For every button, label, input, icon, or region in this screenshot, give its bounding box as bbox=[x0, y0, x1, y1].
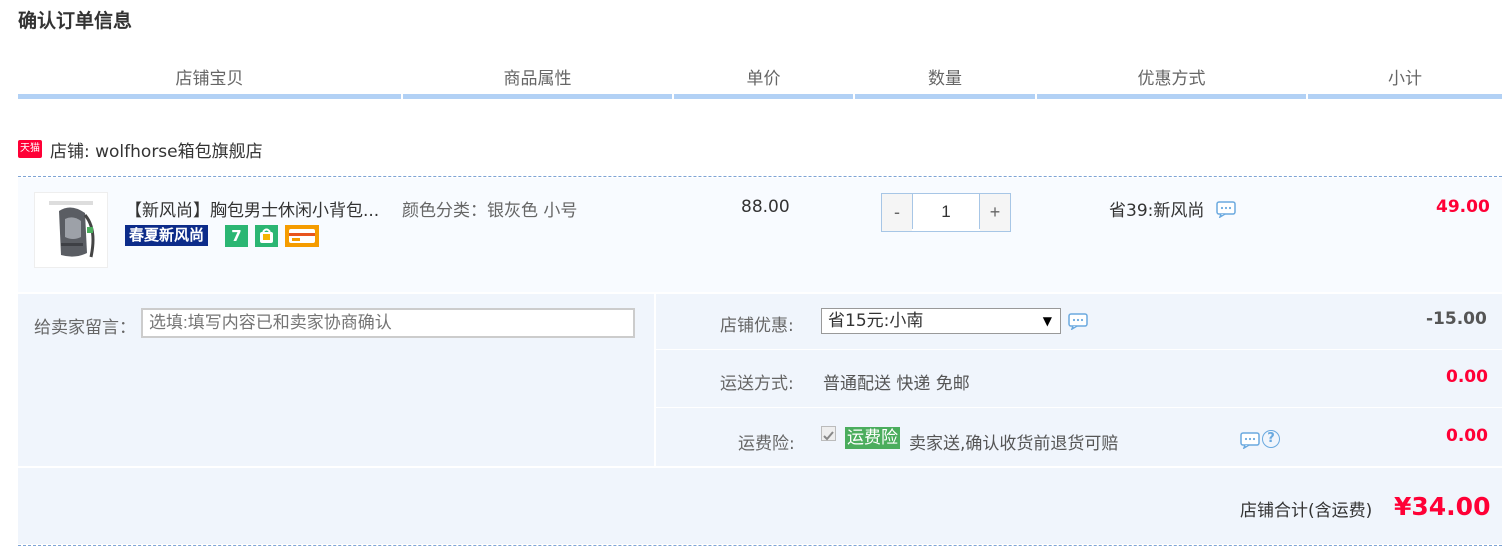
shop-discount-value: -15.00 bbox=[1426, 309, 1487, 329]
message-bubble-icon[interactable] bbox=[1240, 432, 1260, 449]
quantity-decrease-button[interactable]: - bbox=[882, 194, 912, 231]
shop-total-label: 店铺合计(含运费) bbox=[1240, 501, 1373, 521]
insurance-checkbox[interactable] bbox=[821, 426, 836, 441]
col-header-quantity: 数量 bbox=[928, 69, 962, 89]
page-title: 确认订单信息 bbox=[18, 10, 133, 32]
product-name-link[interactable]: 【新风尚】胸包男士休闲小背包... bbox=[125, 196, 379, 221]
tmall-icon: 天猫 bbox=[18, 140, 42, 158]
shop-discount-selected: 省15元:小南 bbox=[828, 311, 924, 331]
seven-day-return-icon: 7 bbox=[225, 225, 248, 247]
shop-name-link[interactable]: 店铺: wolfhorse箱包旗舰店 bbox=[50, 137, 263, 162]
unit-price: 88.00 bbox=[741, 197, 790, 217]
item-discount-text: 省39:新风尚 bbox=[1109, 201, 1205, 221]
col-header-subtotal: 小计 bbox=[1388, 69, 1422, 89]
chevron-down-icon: ▼ bbox=[1042, 314, 1052, 328]
seller-message-label: 给卖家留言： bbox=[34, 318, 136, 338]
header-divider bbox=[1308, 94, 1502, 99]
insurance-label: 运费险: bbox=[738, 434, 795, 454]
backpack-icon bbox=[49, 201, 95, 258]
shipping-method: 普通配送 快递 免邮 bbox=[823, 374, 970, 394]
quantity-increase-button[interactable]: + bbox=[980, 194, 1010, 231]
insurance-description: 卖家送,确认收货前退货可赔 bbox=[909, 434, 1119, 454]
col-header-price: 单价 bbox=[746, 69, 781, 89]
product-attributes: 颜色分类：银灰色 小号 bbox=[402, 201, 578, 221]
shop-total-value: ¥34.00 bbox=[1394, 492, 1491, 521]
dashed-divider bbox=[18, 176, 1502, 177]
header-divider bbox=[674, 94, 853, 99]
header-divider bbox=[18, 94, 401, 99]
shipping-label: 运送方式: bbox=[720, 374, 794, 394]
shipping-value: 0.00 bbox=[1446, 367, 1488, 387]
quantity-stepper: - + bbox=[881, 193, 1011, 232]
insurance-tag: 运费险 bbox=[845, 427, 900, 449]
item-subtotal: 49.00 bbox=[1436, 197, 1490, 217]
col-header-discount: 优惠方式 bbox=[1137, 69, 1206, 89]
seller-message-input[interactable] bbox=[141, 308, 635, 338]
checkmark-icon bbox=[823, 431, 834, 441]
dashed-divider bbox=[18, 545, 1502, 546]
message-bubble-icon[interactable] bbox=[1068, 313, 1088, 330]
row-divider bbox=[656, 407, 1502, 408]
insurance-value: 0.00 bbox=[1446, 426, 1488, 446]
header-divider bbox=[403, 94, 672, 99]
product-image[interactable] bbox=[34, 192, 108, 268]
col-header-shop-item: 店铺宝贝 bbox=[175, 69, 244, 89]
header-divider bbox=[855, 94, 1035, 99]
shop-discount-label: 店铺优惠: bbox=[720, 316, 794, 336]
promo-badge: 春夏新风尚 bbox=[125, 225, 209, 246]
message-bubble-icon[interactable] bbox=[1216, 201, 1236, 219]
row-divider bbox=[656, 349, 1502, 350]
col-header-attributes: 商品属性 bbox=[503, 69, 572, 89]
shop-header: 天猫 店铺: wolfhorse箱包旗舰店 bbox=[18, 137, 263, 162]
help-icon[interactable]: ? bbox=[1262, 430, 1280, 448]
quantity-input[interactable] bbox=[912, 194, 980, 229]
shopping-bag-icon bbox=[255, 225, 278, 247]
header-divider bbox=[1037, 94, 1306, 99]
credit-card-icon bbox=[285, 225, 319, 247]
shop-discount-select[interactable]: 省15元:小南 ▼ bbox=[821, 308, 1061, 334]
item-discount: 省39:新风尚 bbox=[1109, 196, 1236, 221]
